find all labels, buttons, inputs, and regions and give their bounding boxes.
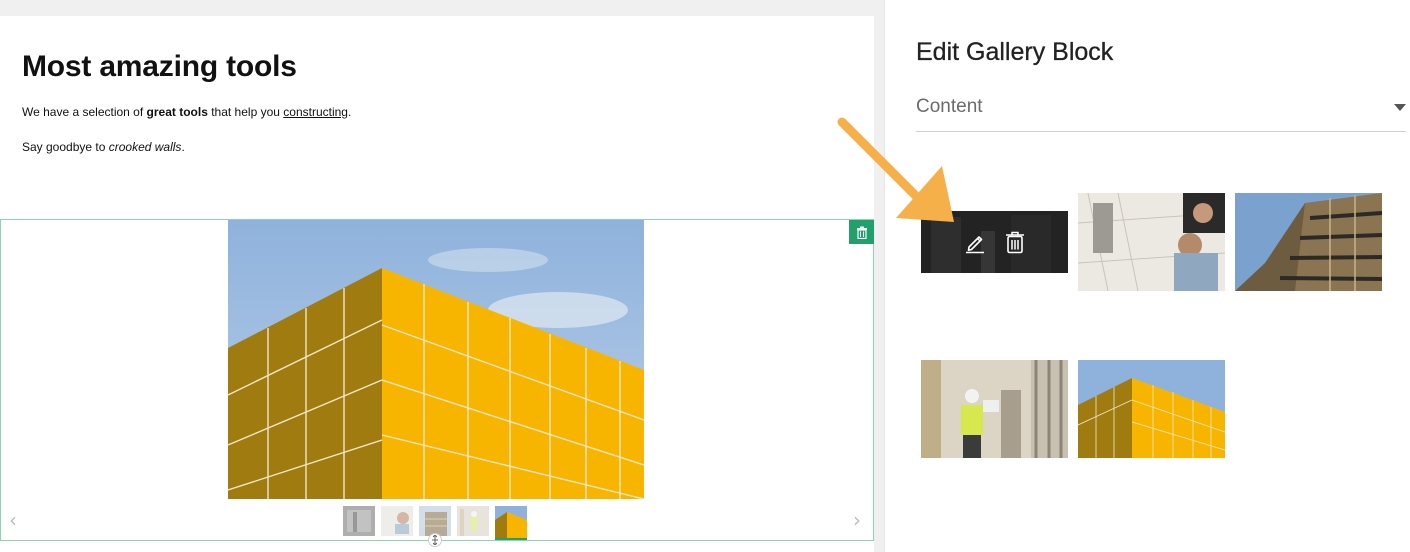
page-title[interactable]: Most amazing tools [22,50,297,84]
paragraph-2-text: Say goodbye to [22,140,109,154]
delete-block-button[interactable] [849,220,874,244]
trash-icon [856,226,867,239]
resize-vertical-icon [432,535,438,545]
paragraph-1[interactable]: We have a selection of great tools that … [22,105,351,119]
gallery-thumbnail[interactable] [381,506,413,536]
gallery-editor-app: Most amazing tools We have a selection o… [0,0,1410,552]
editor-canvas: Most amazing tools We have a selection o… [0,0,884,552]
paragraph-1-bold: great tools [146,105,208,119]
image-tile-yellow-building[interactable] [1078,360,1225,458]
gallery-main-image[interactable] [228,220,644,499]
delete-image-button[interactable] [1002,229,1028,255]
paragraph-1-link[interactable]: constructing [283,105,348,119]
image-tile-warehouse[interactable] [921,360,1068,458]
gallery-thumbnail[interactable] [343,506,375,536]
image-tile-blueprint[interactable] [1078,193,1225,291]
gallery-thumbnail[interactable] [419,506,451,536]
gallery-thumbnail-active[interactable] [495,506,527,540]
paragraph-1-text-middle: that help you [207,105,284,119]
panel-title: Edit Gallery Block [916,38,1114,66]
gallery-prev-arrow[interactable]: ‹ [9,508,17,532]
paragraph-2[interactable]: Say goodbye to crooked walls. [22,140,185,154]
caret-down-icon [1394,104,1406,111]
section-dropdown[interactable]: Content [916,96,1406,132]
trash-icon [1005,231,1024,254]
edit-image-button[interactable] [962,229,988,255]
paragraph-2-end: . [181,140,185,154]
pencil-icon [965,236,984,254]
paragraph-1-end: . [347,105,352,119]
edit-gallery-panel: Edit Gallery Block Content [884,0,1410,552]
yellow-building-image [228,220,644,499]
page-preview: Most amazing tools We have a selection o… [0,16,874,552]
resize-handle[interactable] [428,533,442,547]
gallery-thumbnail[interactable] [457,506,489,536]
gallery-next-arrow[interactable]: › [853,508,861,532]
image-tile-workshop[interactable] [921,211,1068,273]
image-tile-apartment[interactable] [1235,193,1382,291]
paragraph-2-italic: crooked walls [108,140,182,154]
paragraph-1-text: We have a selection of [22,105,147,119]
gallery-block[interactable]: ‹ › [0,219,874,547]
section-dropdown-value: Content [916,96,983,117]
image-tile-actions [921,211,1068,273]
